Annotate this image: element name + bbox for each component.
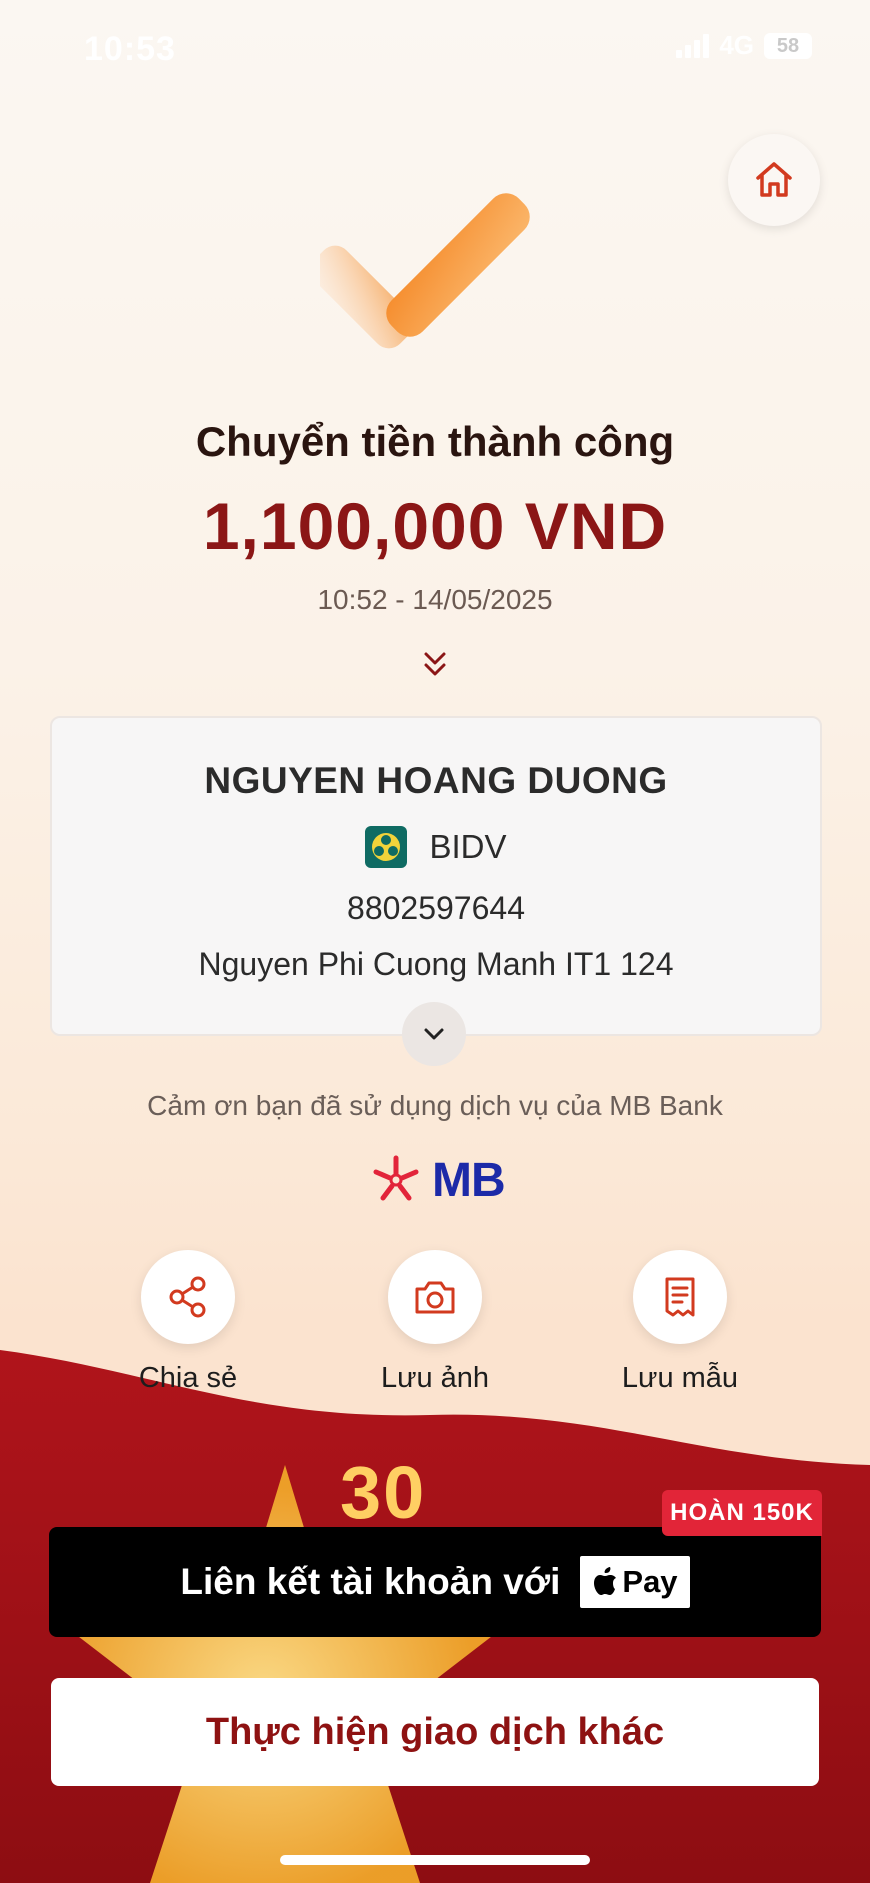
share-action[interactable]: Chia sẻ <box>88 1250 288 1395</box>
save-image-button[interactable] <box>388 1250 482 1344</box>
transfer-amount: 1,100,000 VND <box>202 489 668 563</box>
receiver-card: NGUYEN HOANG DUONG BIDV 8802597644 Nguye… <box>50 716 822 1036</box>
receiver-name: NGUYEN HOANG DUONG <box>204 760 668 801</box>
status-bar: 10:53 4G 58 <box>0 0 870 100</box>
account-number: 8802597644 <box>347 890 525 926</box>
share-icon <box>169 1276 206 1318</box>
mb-star-icon <box>373 1155 419 1201</box>
share-button[interactable] <box>141 1250 235 1344</box>
save-template-action[interactable]: Lưu mẫu <box>580 1250 780 1395</box>
bidv-logo-icon <box>365 826 408 868</box>
bank-row: BIDV <box>52 826 820 868</box>
transfer-content: Nguyen Phi Cuong Manh IT1 124 <box>198 946 674 982</box>
camera-icon <box>415 1281 455 1314</box>
success-check-icon <box>310 175 560 375</box>
expand-details-button[interactable] <box>402 1002 466 1066</box>
double-chevron-down-icon <box>420 648 450 682</box>
battery-icon: 58 <box>764 32 812 59</box>
save-template-button[interactable] <box>633 1250 727 1344</box>
network-type: 4G <box>719 30 754 60</box>
other-transaction-button[interactable]: Thực hiện giao dịch khác <box>51 1678 819 1786</box>
share-label: Chia sẻ <box>138 1362 238 1394</box>
thanks-message: Cảm ơn bạn đã sử dụng dịch vụ của MB Ban… <box>147 1090 723 1121</box>
apple-pay-label: Liên kết tài khoản với <box>180 1561 561 1602</box>
success-title: Chuyển tiền thành công <box>195 418 675 465</box>
save-image-label: Lưu ảnh <box>380 1362 490 1394</box>
banner-number: 30 <box>340 1451 427 1534</box>
status-indicators: 4G 58 <box>676 30 812 61</box>
link-apple-pay-button[interactable]: Liên kết tài khoản với Pay <box>49 1527 821 1637</box>
promo-badge: HOÀN 150K <box>662 1490 822 1536</box>
bank-name: BIDV <box>429 828 507 865</box>
transfer-success-screen: 10:53 4G 58 Chuyển tiền thành công 1,100… <box>0 0 870 1883</box>
home-icon <box>756 162 792 197</box>
apple-pay-mark: Pay <box>580 1556 690 1608</box>
mb-bank-logo: MB <box>368 1152 506 1208</box>
apple-pay-mark-text: Pay <box>622 1564 678 1599</box>
save-template-label: Lưu mẫu <box>621 1362 739 1394</box>
home-button[interactable] <box>728 134 820 226</box>
signal-icon <box>676 33 710 58</box>
transfer-datetime: 10:52 - 14/05/2025 <box>317 584 553 615</box>
save-image-action[interactable]: Lưu ảnh <box>335 1250 535 1395</box>
receipt-icon <box>665 1277 695 1317</box>
mb-logo-text: MB <box>432 1153 506 1207</box>
home-indicator <box>280 1855 590 1865</box>
chevron-down-icon <box>424 1028 444 1040</box>
apple-icon <box>594 1567 617 1595</box>
status-time: 10:53 <box>84 30 176 68</box>
